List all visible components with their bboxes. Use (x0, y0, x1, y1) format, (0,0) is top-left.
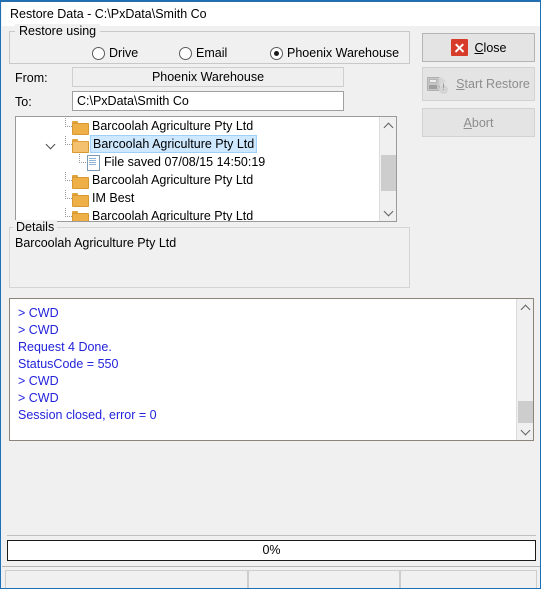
usb-restore-icon (427, 74, 449, 94)
tree-row-label: Barcoolah Agriculture Pty Ltd (92, 119, 254, 133)
chevron-down-icon[interactable] (44, 136, 58, 152)
log-vertical-scrollbar[interactable] (516, 299, 533, 440)
radio-email-indicator (179, 46, 192, 60)
radio-drive-indicator (92, 46, 105, 60)
scroll-down-arrow-icon[interactable] (517, 423, 533, 440)
session-log-panel[interactable]: > CWD > CWD Request 4 Done. StatusCode =… (9, 298, 534, 441)
restore-using-legend: Restore using (15, 24, 101, 38)
log-line: > CWD (18, 323, 59, 337)
tree-row[interactable]: IM Best (16, 189, 380, 207)
details-legend: Details (13, 220, 58, 234)
tree-row-label: Barcoolah Agriculture Pty Ltd (92, 209, 254, 222)
folder-icon (72, 174, 89, 189)
progress-percent-label: 0% (262, 543, 281, 557)
tree-row-label: Barcoolah Agriculture Pty Ltd (90, 135, 258, 153)
status-bar (2, 566, 540, 588)
log-line: > CWD (18, 374, 59, 388)
tree-vertical-scrollbar[interactable] (379, 117, 396, 221)
radio-phoenix-warehouse-indicator (270, 46, 283, 60)
status-cell-1 (5, 570, 248, 588)
tree-connector-icon (58, 190, 72, 206)
from-value-field: Phoenix Warehouse (72, 67, 344, 87)
tree-row-selected[interactable]: Barcoolah Agriculture Pty Ltd (16, 135, 380, 153)
radio-drive[interactable]: Drive (92, 45, 138, 61)
tree-row[interactable]: Barcoolah Agriculture Pty Ltd (16, 117, 380, 135)
to-path-input[interactable]: C:\PxData\Smith Co (72, 91, 344, 111)
tree-connector-icon (58, 136, 72, 152)
close-x-icon (450, 39, 468, 56)
tree-connector-icon (58, 118, 72, 134)
abort-button-label: Abort (463, 115, 494, 130)
radio-email-label: Email (196, 46, 228, 60)
tree-row[interactable]: Barcoolah Agriculture Pty Ltd (16, 207, 380, 222)
log-line: Session closed, error = 0 (18, 408, 157, 422)
tree-connector-icon (72, 154, 86, 170)
start-restore-button-label-rest: tart Restore (464, 77, 530, 91)
abort-button-label-rest: bort (471, 115, 494, 130)
tree-row[interactable]: Barcoolah Agriculture Pty Ltd (16, 171, 380, 189)
tree-row[interactable]: File saved 07/08/15 14:50:19 (16, 153, 380, 171)
scroll-down-arrow-icon[interactable] (380, 204, 396, 221)
log-line: > CWD (18, 391, 59, 405)
folder-icon (72, 210, 89, 221)
tree-row-label: File saved 07/08/15 14:50:19 (104, 155, 266, 169)
tree-row-label: Barcoolah Agriculture Pty Ltd (92, 173, 254, 187)
abort-button[interactable]: Abort (422, 108, 535, 137)
tree-connector-icon (58, 172, 72, 188)
close-button-label-rest: lose (483, 40, 507, 55)
scroll-up-arrow-icon[interactable] (517, 299, 533, 316)
radio-phoenix-warehouse-label: Phoenix Warehouse (287, 46, 400, 60)
window-title-bar: Restore Data - C:\PxData\Smith Co (2, 2, 540, 26)
folder-icon (72, 192, 89, 207)
start-restore-button[interactable]: Start Restore (422, 67, 535, 101)
details-text: Barcoolah Agriculture Pty Ltd (15, 236, 177, 250)
page-title: Restore Data - C:\PxData\Smith Co (10, 7, 207, 21)
status-cell-2 (248, 570, 400, 588)
log-line: Request 4 Done. (18, 340, 112, 354)
tree-connector-icon (58, 208, 72, 221)
radio-phoenix-warehouse[interactable]: Phoenix Warehouse (270, 45, 399, 61)
progress-separator (7, 535, 536, 536)
start-restore-button-label: Start Restore (456, 77, 530, 91)
scrollbar-thumb[interactable] (518, 401, 533, 423)
restore-data-dialog: Restore Data - C:\PxData\Smith Co Restor… (0, 0, 541, 589)
status-cell-3 (400, 570, 537, 588)
folder-icon (72, 120, 89, 135)
log-line: > CWD (18, 306, 59, 320)
folder-open-icon (72, 138, 89, 153)
radio-drive-label: Drive (109, 46, 139, 60)
radio-email[interactable]: Email (179, 45, 227, 61)
backup-tree-view[interactable]: Barcoolah Agriculture Pty Ltd Barcoolah … (15, 116, 397, 222)
from-label: From: (15, 71, 48, 85)
tree-row-label: IM Best (92, 191, 135, 205)
log-line: StatusCode = 550 (18, 357, 119, 371)
close-button-label: Close (474, 40, 507, 55)
to-label: To: (15, 95, 32, 109)
scrollbar-thumb[interactable] (381, 155, 396, 191)
scroll-up-arrow-icon[interactable] (380, 117, 396, 134)
close-button[interactable]: Close (422, 33, 535, 62)
file-icon (86, 154, 100, 171)
restore-progress-bar: 0% (7, 540, 536, 561)
